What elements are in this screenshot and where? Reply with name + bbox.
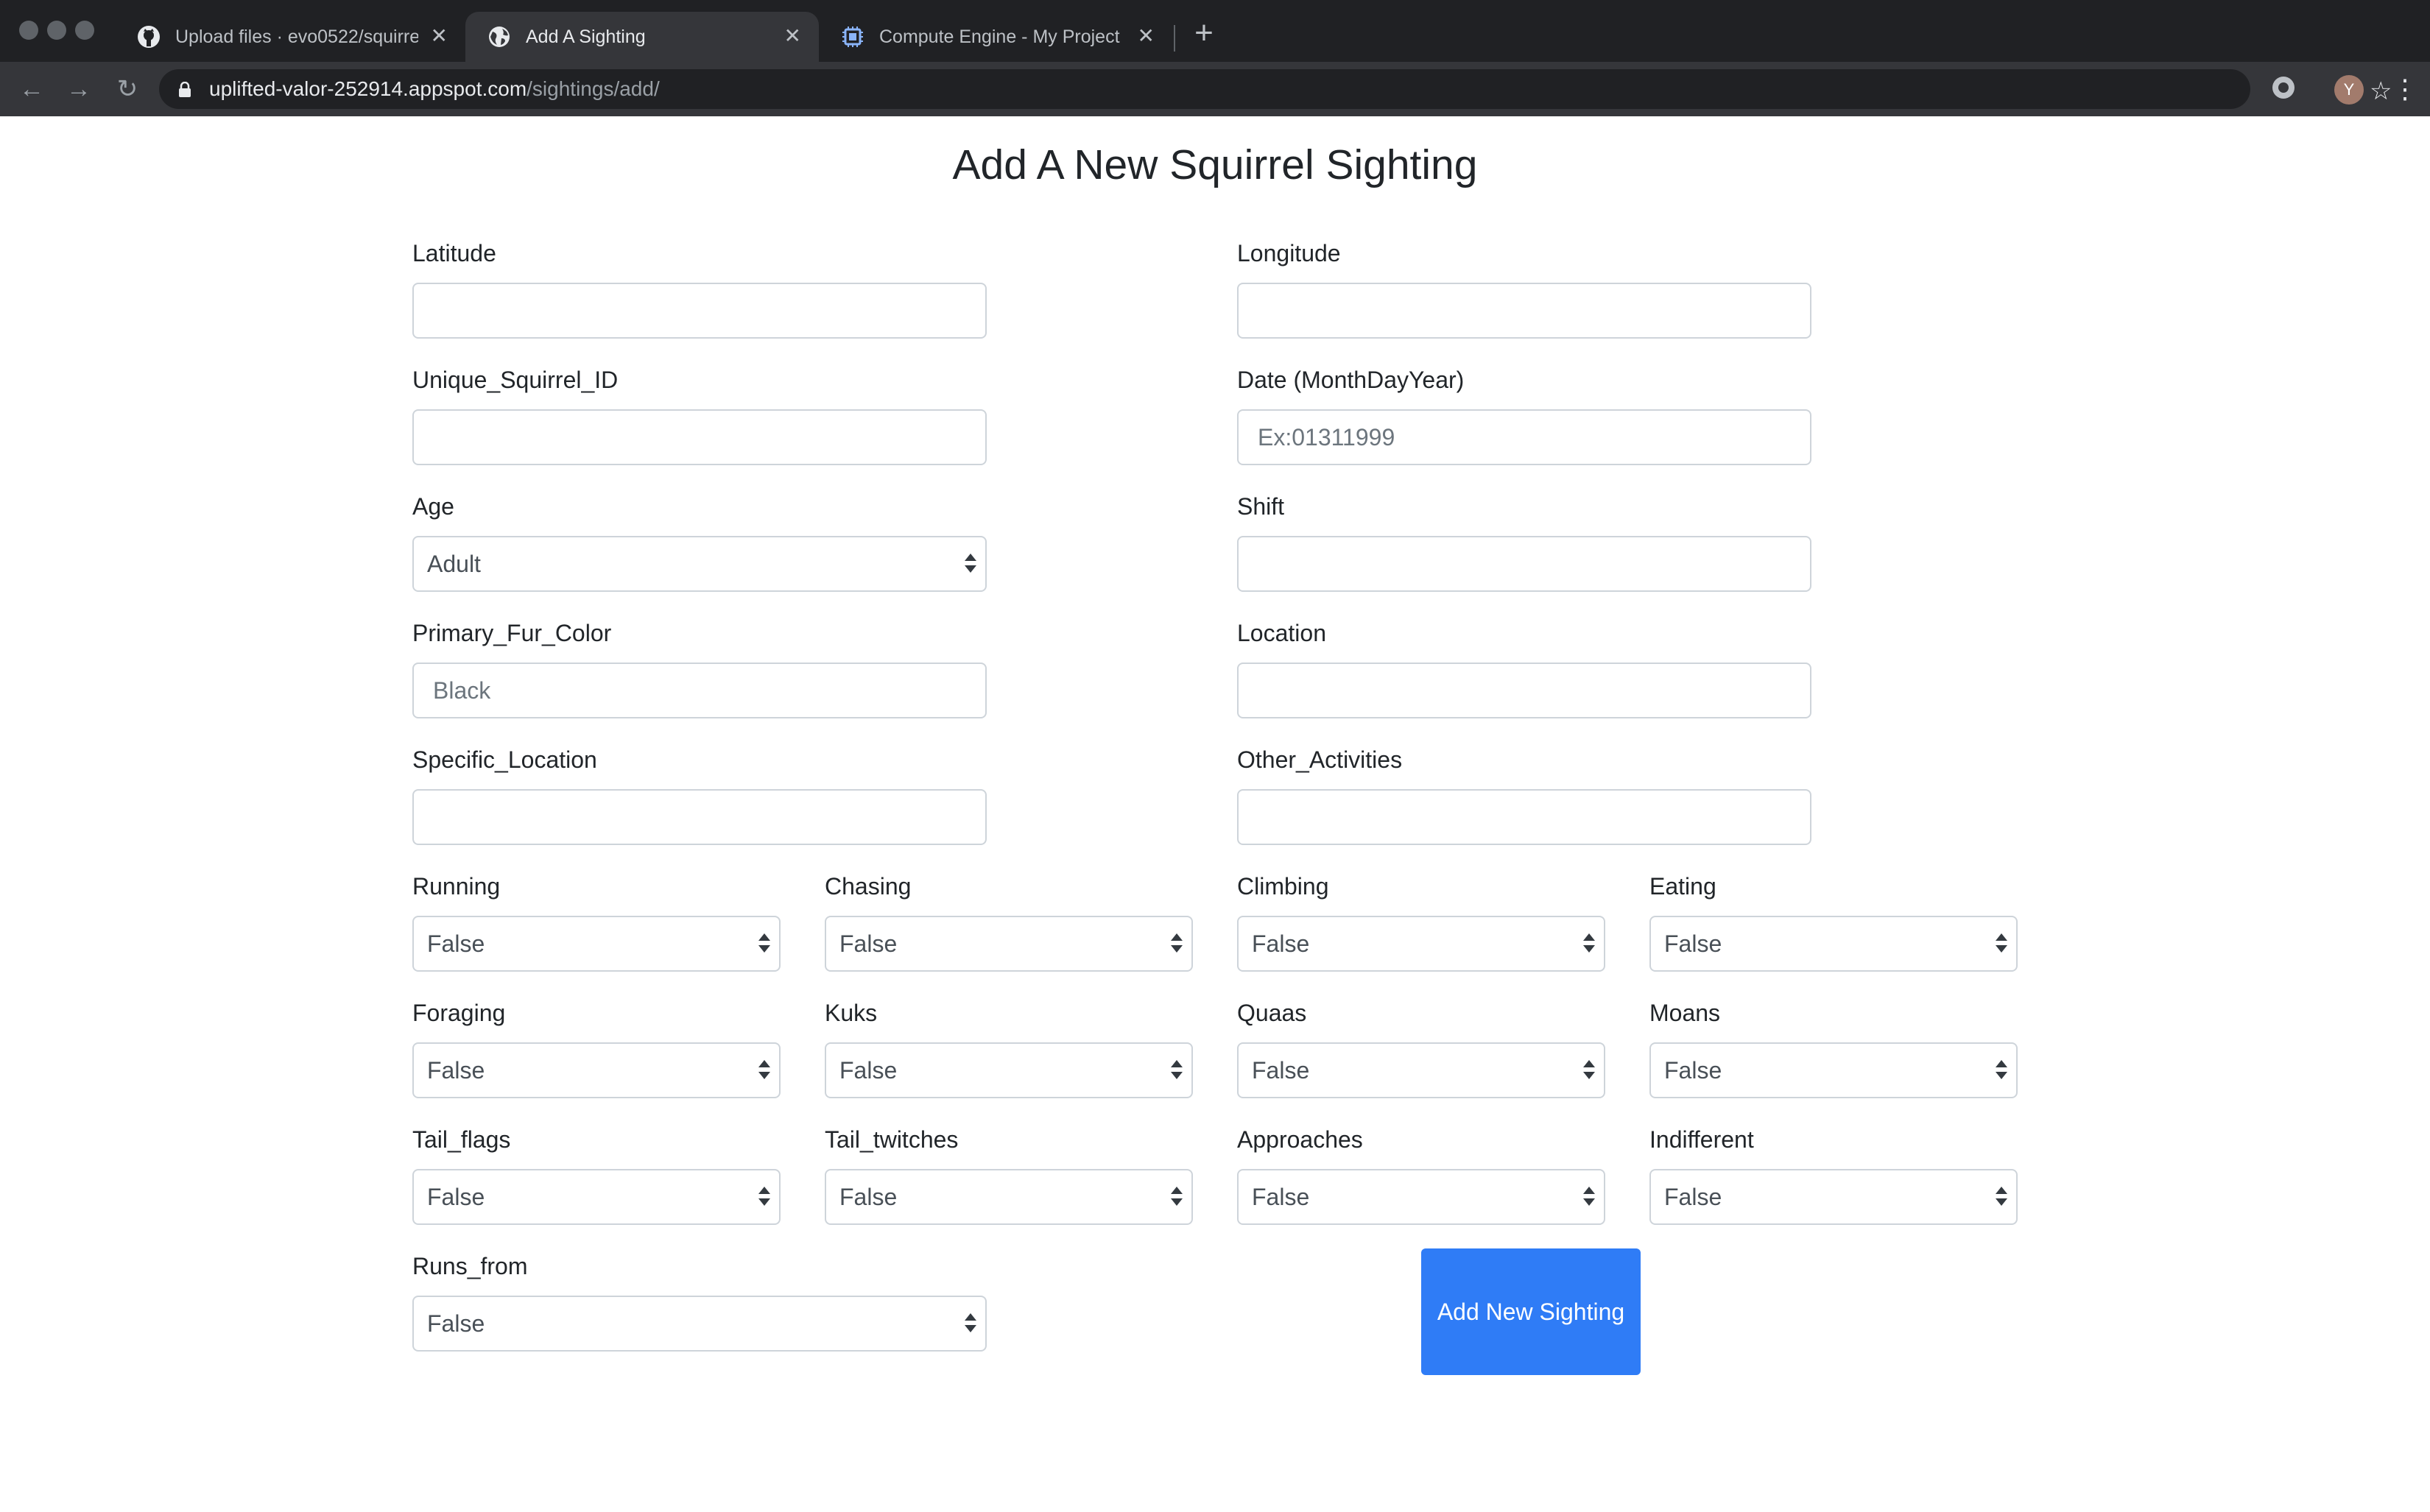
indifferent-select-value: False (1664, 1184, 1722, 1210)
close-tab-icon[interactable]: ✕ (431, 23, 448, 49)
moans-select[interactable]: False (1649, 1042, 2018, 1098)
tail-flags-select[interactable]: False (412, 1169, 781, 1225)
chasing-label: Chasing (825, 873, 912, 900)
chasing-select[interactable]: False (825, 916, 1193, 972)
runs-from-label: Runs_from (412, 1253, 528, 1279)
close-tab-icon[interactable]: ✕ (784, 23, 801, 49)
foraging-label: Foraging (412, 1000, 506, 1026)
browser-tab-strip: Upload files · evo0522/squirrelTr ✕ Add … (0, 0, 2430, 62)
new-tab-button[interactable]: + (1187, 16, 1221, 50)
age-select-value: Adult (427, 551, 481, 577)
kuks-label: Kuks (825, 1000, 878, 1026)
longitude-label: Longitude (1237, 240, 1341, 266)
eating-label: Eating (1649, 873, 1716, 900)
close-tab-icon[interactable]: ✕ (1138, 23, 1155, 49)
indifferent-select[interactable]: False (1649, 1169, 2018, 1225)
quaas-select-value: False (1252, 1057, 1310, 1084)
location-label: Location (1237, 620, 1326, 646)
reload-icon[interactable]: ↻ (110, 72, 144, 106)
page-title: Add A New Squirrel Sighting (952, 141, 1478, 188)
extension-icon[interactable] (2272, 77, 2295, 99)
zoom-window-button[interactable] (75, 21, 94, 40)
eating-select[interactable]: False (1649, 916, 2018, 972)
quaas-select[interactable]: False (1237, 1042, 1605, 1098)
date-input[interactable]: Ex:01311999 (1237, 409, 1811, 465)
moans-select-value: False (1664, 1057, 1722, 1084)
approaches-label: Approaches (1237, 1126, 1363, 1153)
tail-twitches-select[interactable]: False (825, 1169, 1193, 1225)
forward-arrow-icon[interactable]: → (62, 72, 96, 106)
primary-fur-color-input[interactable]: Black (412, 663, 987, 718)
kuks-select[interactable]: False (825, 1042, 1193, 1098)
profile-avatar[interactable]: Y (2334, 75, 2364, 105)
tab-title: Add A Sighting (526, 27, 646, 47)
tail-twitches-select-value: False (839, 1184, 898, 1210)
location-input[interactable] (1237, 663, 1811, 718)
tail-flags-select-value: False (427, 1184, 485, 1210)
add-new-sighting-button[interactable]: Add New Sighting (1421, 1248, 1641, 1375)
specific-location-input[interactable] (412, 789, 987, 845)
tail-flags-label: Tail_flags (412, 1126, 511, 1153)
tab-title: Compute Engine - My Project 80 (879, 27, 1122, 47)
tab-title: Upload files · evo0522/squirrelTr (175, 27, 418, 47)
globe-icon (489, 27, 510, 47)
browser-menu-icon[interactable]: ⋮ (2392, 72, 2418, 106)
compute-engine-icon (842, 27, 863, 47)
bookmark-star-icon[interactable]: ☆ (2370, 78, 2392, 105)
address-bar[interactable]: uplifted-valor-252914.appspot.com/sighti… (159, 69, 2392, 109)
tail-twitches-label: Tail_twitches (825, 1126, 959, 1153)
running-select-value: False (427, 930, 485, 957)
kuks-select-value: False (839, 1057, 898, 1084)
github-icon (138, 26, 160, 48)
date-label: Date (MonthDayYear) (1237, 367, 1465, 393)
runs-from-select[interactable]: False (412, 1296, 987, 1352)
tab-separator (1174, 25, 1175, 52)
back-arrow-icon[interactable]: ← (15, 72, 49, 106)
unique-squirrel-id-label: Unique_Squirrel_ID (412, 367, 619, 393)
shift-input[interactable] (1237, 536, 1811, 592)
climbing-select-value: False (1252, 930, 1310, 957)
approaches-select[interactable]: False (1237, 1169, 1605, 1225)
age-select[interactable]: Adult (412, 536, 987, 592)
approaches-select-value: False (1252, 1184, 1310, 1210)
tab-add-a-sighting[interactable]: Add A Sighting ✕ (465, 12, 819, 62)
runs-from-select-value: False (427, 1310, 485, 1337)
latitude-input[interactable] (412, 283, 987, 339)
longitude-input[interactable] (1237, 283, 1811, 339)
other-activities-input[interactable] (1237, 789, 1811, 845)
indifferent-label: Indifferent (1649, 1126, 1754, 1153)
running-label: Running (412, 873, 501, 900)
close-window-button[interactable] (19, 21, 38, 40)
foraging-select-value: False (427, 1057, 485, 1084)
primary-fur-color-label: Primary_Fur_Color (412, 620, 612, 646)
running-select[interactable]: False (412, 916, 781, 972)
quaas-label: Quaas (1237, 1000, 1307, 1026)
latitude-label: Latitude (412, 240, 496, 266)
lock-icon (179, 82, 191, 97)
age-label: Age (412, 493, 454, 520)
other-activities-label: Other_Activities (1237, 746, 1403, 773)
climbing-label: Climbing (1237, 873, 1329, 900)
url-text: uplifted-valor-252914.appspot.com/sighti… (209, 76, 660, 102)
tab-compute-engine[interactable]: Compute Engine - My Project 80 ✕ (819, 12, 1172, 62)
unique-squirrel-id-input[interactable] (412, 409, 987, 465)
minimize-window-button[interactable] (47, 21, 66, 40)
foraging-select[interactable]: False (412, 1042, 781, 1098)
url-host: uplifted-valor-252914.appspot.com (209, 77, 527, 100)
shift-label: Shift (1237, 493, 1285, 520)
moans-label: Moans (1649, 1000, 1721, 1026)
climbing-select[interactable]: False (1237, 916, 1605, 972)
chasing-select-value: False (839, 930, 898, 957)
tab-upload-files[interactable]: Upload files · evo0522/squirrelTr ✕ (115, 12, 465, 62)
browser-toolbar: ← → ↻ uplifted-valor-252914.appspot.com/… (0, 62, 2430, 116)
specific-location-label: Specific_Location (412, 746, 597, 773)
eating-select-value: False (1664, 930, 1722, 957)
url-path: /sightings/add/ (526, 77, 660, 100)
